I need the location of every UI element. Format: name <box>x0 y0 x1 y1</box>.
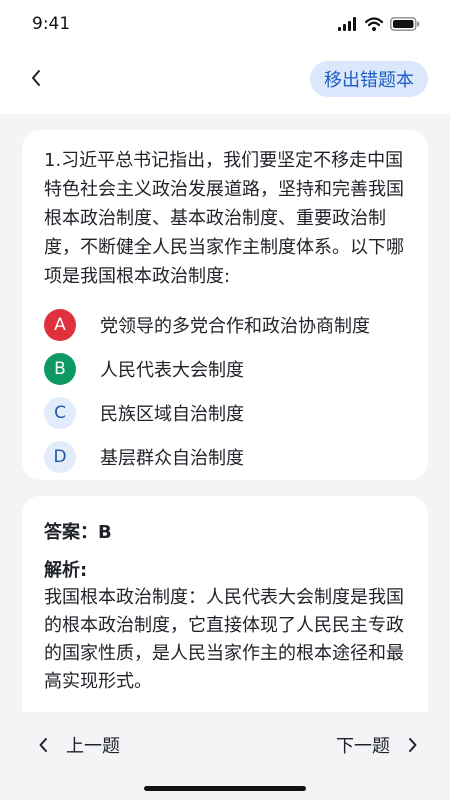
option-letter-a: A <box>44 309 76 341</box>
battery-icon <box>390 17 420 31</box>
status-bar: 9:41 <box>0 0 450 50</box>
back-button[interactable] <box>22 64 50 92</box>
chevron-left-icon <box>32 70 40 86</box>
answer-card: 答案：B 解析: 我国根本政治制度：人民代表大会制度是我国的根本政治制度，它直接… <box>22 496 428 712</box>
answer-line: 答案：B <box>44 522 112 543</box>
question-text: 1.习近平总书记指出，我们要坚定不移走中国特色社会主义政治发展道路，坚持和完善我… <box>44 150 404 287</box>
option-a[interactable]: A 党领导的多党合作和政治协商制度 <box>44 303 406 347</box>
option-text-b: 人民代表大会制度 <box>100 360 244 381</box>
option-text-d: 基层群众自治制度 <box>100 448 244 469</box>
option-letter-c: C <box>44 397 76 429</box>
option-text-c: 民族区域自治制度 <box>100 404 244 425</box>
option-d[interactable]: D 基层群众自治制度 <box>44 435 406 479</box>
question-card: 1.习近平总书记指出，我们要坚定不移走中国特色社会主义政治发展道路，坚持和完善我… <box>22 130 428 480</box>
chevron-right-icon <box>409 738 417 752</box>
chevron-left-icon <box>39 738 47 752</box>
signal-icon <box>338 17 356 31</box>
options-list: A 党领导的多党合作和政治协商制度 B 人民代表大会制度 C 民族区域自治制度 … <box>44 303 406 479</box>
option-b[interactable]: B 人民代表大会制度 <box>44 347 406 391</box>
next-question-button[interactable]: 下一题 <box>336 730 418 760</box>
option-letter-b: B <box>44 353 76 385</box>
next-label: 下一题 <box>336 736 390 757</box>
option-text-a: 党领导的多党合作和政治协商制度 <box>100 316 370 337</box>
prev-question-button[interactable]: 上一题 <box>38 730 120 760</box>
prev-label: 上一题 <box>66 736 120 757</box>
option-letter-d: D <box>44 441 76 473</box>
status-icons <box>338 17 420 31</box>
app-header: 移出错题本 <box>0 50 450 114</box>
remove-from-wrong-book-button[interactable]: 移出错题本 <box>310 61 428 97</box>
analysis-title: 解析: <box>44 560 88 581</box>
wifi-icon <box>365 17 383 31</box>
status-time: 9:41 <box>32 14 71 34</box>
option-c[interactable]: C 民族区域自治制度 <box>44 391 406 435</box>
home-indicator[interactable] <box>144 786 306 791</box>
analysis-text: 我国根本政治制度：人民代表大会制度是我国的根本政治制度，它直接体现了人民民主专政… <box>44 587 404 692</box>
